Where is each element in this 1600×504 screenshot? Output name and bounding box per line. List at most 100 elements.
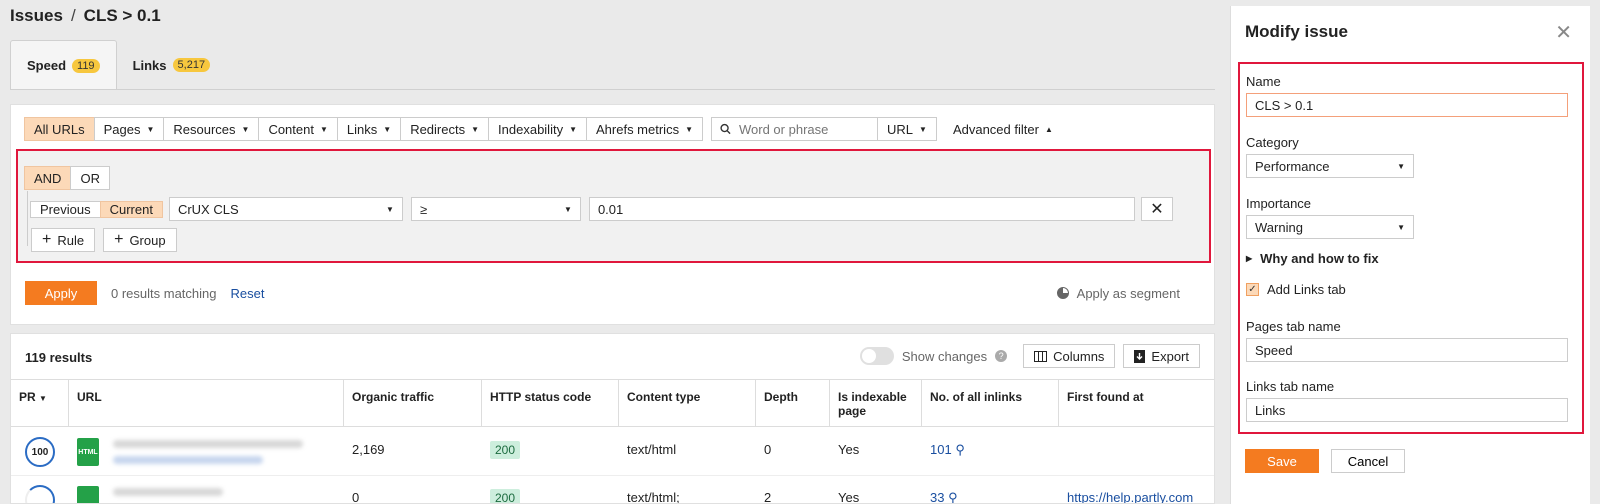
remove-rule-button[interactable]: ✕ — [1140, 197, 1173, 221]
add-links-tab-label: Add Links tab — [1267, 282, 1346, 297]
search-icon — [720, 123, 731, 135]
period-previous-button[interactable]: Previous — [30, 200, 101, 218]
links-tab-name-value: Links — [1255, 402, 1286, 418]
inlinks-cell[interactable]: 33 ⚲ — [930, 490, 958, 503]
period-current-button[interactable]: Current — [99, 200, 163, 218]
filter-redirects[interactable]: Redirects ▼ — [400, 117, 490, 141]
status-badge: 200 — [490, 489, 521, 503]
content-type-cell: text/html; — [627, 490, 680, 504]
columns-button[interactable]: Columns — [1023, 344, 1116, 368]
matching-count: 0 results matching — [111, 285, 217, 301]
name-input[interactable]: CLS > 0.1 — [1246, 93, 1568, 117]
apply-as-segment-label: Apply as segment — [1076, 285, 1180, 301]
importance-select[interactable]: Warning ▼ — [1246, 215, 1414, 239]
status-badge: 200 — [490, 441, 521, 459]
add-group-button[interactable]: + Group — [103, 228, 177, 252]
col-header-http-status[interactable]: HTTP status code — [482, 380, 619, 426]
breadcrumb: Issues / CLS > 0.1 — [10, 6, 161, 26]
caret-down-icon: ▼ — [685, 124, 693, 134]
pages-tab-name-value: Speed — [1255, 342, 1293, 358]
tab-speed[interactable]: Speed 119 — [10, 40, 117, 90]
breadcrumb-separator: / — [70, 6, 76, 25]
col-header-pr[interactable]: PR ▼ — [11, 380, 69, 426]
export-label: Export — [1151, 348, 1189, 364]
filter-panel: All URLs Pages ▼ Resources ▼ Content ▼ Link… — [10, 104, 1215, 325]
table-row[interactable]: 0 200 text/html; 2 Yes 33 ⚲ https://help… — [11, 476, 1214, 504]
col-header-depth[interactable]: Depth — [756, 380, 830, 426]
links-tab-name-input[interactable]: Links — [1246, 398, 1568, 422]
why-and-how-to-fix-toggle[interactable]: ▶ Why and how to fix — [1246, 251, 1379, 266]
organic-traffic-cell: 2,169 — [352, 442, 385, 457]
add-rule-button[interactable]: + Rule — [31, 228, 96, 252]
save-button[interactable]: Save — [1245, 449, 1319, 473]
search-input[interactable] — [739, 121, 869, 137]
filter-content[interactable]: Content ▼ — [258, 117, 338, 141]
content-type-cell: text/html — [627, 442, 677, 457]
category-select[interactable]: Performance ▼ — [1246, 154, 1414, 178]
reset-link[interactable]: Reset — [231, 286, 265, 301]
col-header-content-type[interactable]: Content type — [619, 380, 756, 426]
col-header-inlinks[interactable]: No. of all inlinks — [922, 380, 1059, 426]
add-links-tab-checkbox[interactable]: ✓ Add Links tab — [1246, 282, 1346, 297]
export-button[interactable]: Export — [1123, 344, 1200, 368]
results-tools: Show changes ? Columns Export — [859, 344, 1200, 368]
advanced-filter-toggle[interactable]: Advanced filter ▲ — [953, 117, 1053, 141]
col-header-first-found[interactable]: First found at — [1059, 380, 1214, 426]
filter-indexability-label: Indexability — [498, 121, 564, 137]
tab-links-label: Links — [132, 57, 167, 73]
pages-tab-name-input[interactable]: Speed — [1246, 338, 1568, 362]
category-select-value: Performance — [1255, 158, 1330, 174]
apply-as-segment-button[interactable]: Apply as segment — [1056, 285, 1180, 301]
search-scope-select[interactable]: URL ▼ — [877, 117, 937, 141]
filter-all-urls[interactable]: All URLs — [24, 117, 95, 141]
col-header-url[interactable]: URL — [69, 380, 344, 426]
add-group-label: Group — [129, 232, 166, 248]
dialog-form: Name CLS > 0.1 Category Performance ▼ Imp… — [1238, 62, 1584, 434]
pr-score: 100 — [25, 437, 55, 467]
rule-row: Previous Current CrUX CLS ▼ ≥ ▼ 0.01 ✕ — [30, 197, 1173, 221]
tab-speed-badge: 119 — [72, 58, 100, 73]
apply-button[interactable]: Apply — [25, 281, 97, 305]
plus-icon: + — [114, 231, 124, 248]
close-icon[interactable]: ✕ — [1555, 20, 1572, 45]
table-row[interactable]: 100 HTML 2,169 200 text/html 0 Yes 101 ⚲ — [11, 428, 1214, 476]
filter-bar: All URLs Pages ▼ Resources ▼ Content ▼ Link… — [24, 117, 1053, 141]
logic-and-button[interactable]: AND — [24, 166, 72, 190]
period-current-label: Current — [109, 201, 153, 217]
col-header-pr-label: PR — [19, 390, 36, 404]
filter-resources[interactable]: Resources ▼ — [163, 117, 260, 141]
report-tabs: Speed 119 Links 5,217 — [10, 40, 226, 90]
html-file-icon — [77, 486, 99, 503]
operator-select[interactable]: ≥ ▼ — [410, 197, 581, 221]
filter-pages[interactable]: Pages ▼ — [93, 117, 165, 141]
depth-cell: 2 — [764, 490, 772, 504]
inlinks-cell[interactable]: 101 ⚲ — [930, 442, 965, 458]
importance-select-value: Warning — [1255, 219, 1303, 235]
export-icon — [1134, 349, 1146, 363]
col-header-organic-traffic[interactable]: Organic traffic — [344, 380, 482, 426]
caret-down-icon: ▼ — [1397, 222, 1405, 232]
results-panel: 119 results Show changes ? Columns Expor… — [10, 333, 1215, 504]
organic-traffic-cell: 0 — [352, 490, 360, 504]
rule-value-input[interactable]: 0.01 — [588, 197, 1135, 221]
help-icon[interactable]: ? — [995, 350, 1008, 362]
caret-down-icon: ▼ — [386, 204, 394, 214]
metric-select[interactable]: CrUX CLS ▼ — [168, 197, 403, 221]
first-found-link[interactable]: https://help.partly.com — [1067, 490, 1193, 503]
breadcrumb-root[interactable]: Issues — [10, 6, 63, 26]
filter-links[interactable]: Links ▼ — [336, 117, 402, 141]
logic-or-button[interactable]: OR — [70, 166, 110, 190]
tab-links[interactable]: Links 5,217 — [117, 40, 227, 90]
show-changes-toggle[interactable] — [859, 347, 894, 365]
pie-chart-icon — [1056, 287, 1069, 299]
filter-indexability[interactable]: Indexability ▼ — [488, 117, 587, 141]
checkmark-icon: ✓ — [1246, 283, 1259, 296]
depth-cell: 0 — [764, 442, 772, 457]
blurred-url[interactable] — [113, 456, 263, 464]
table-header: PR ▼ URL Organic traffic HTTP status cod… — [11, 379, 1214, 427]
filter-ahrefs-metrics[interactable]: Ahrefs metrics ▼ — [586, 117, 703, 141]
name-label: Name — [1246, 74, 1281, 89]
filter-pages-label: Pages — [103, 121, 141, 137]
cancel-button[interactable]: Cancel — [1331, 449, 1405, 473]
col-header-indexable[interactable]: Is indexable page — [830, 380, 922, 426]
